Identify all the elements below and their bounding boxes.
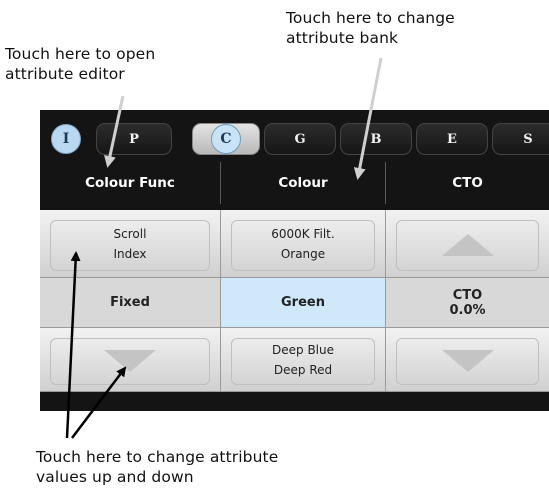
current-value-label: Fixed [110,294,150,310]
value-option-index: Index [113,246,147,261]
value-option-6000k-filt: 6000K Filt. [271,226,335,241]
current-value-label: CTO [452,287,483,303]
value-option-deep-blue: Deep Blue [272,342,334,357]
value-option-scroll: Scroll [113,226,147,241]
current-value-percent: 0.0% [449,302,486,318]
value-option-orange: Orange [280,246,326,261]
value-option-deep-red: Deep Red [273,362,333,377]
editor-callout-arrow [104,95,125,168]
current-value-label: Green [281,294,325,310]
bank-callout-arrow [353,57,383,180]
value-up-callout-arrow [65,251,81,439]
callout-arrows [65,57,383,439]
value-down-callout-arrow [71,366,127,439]
